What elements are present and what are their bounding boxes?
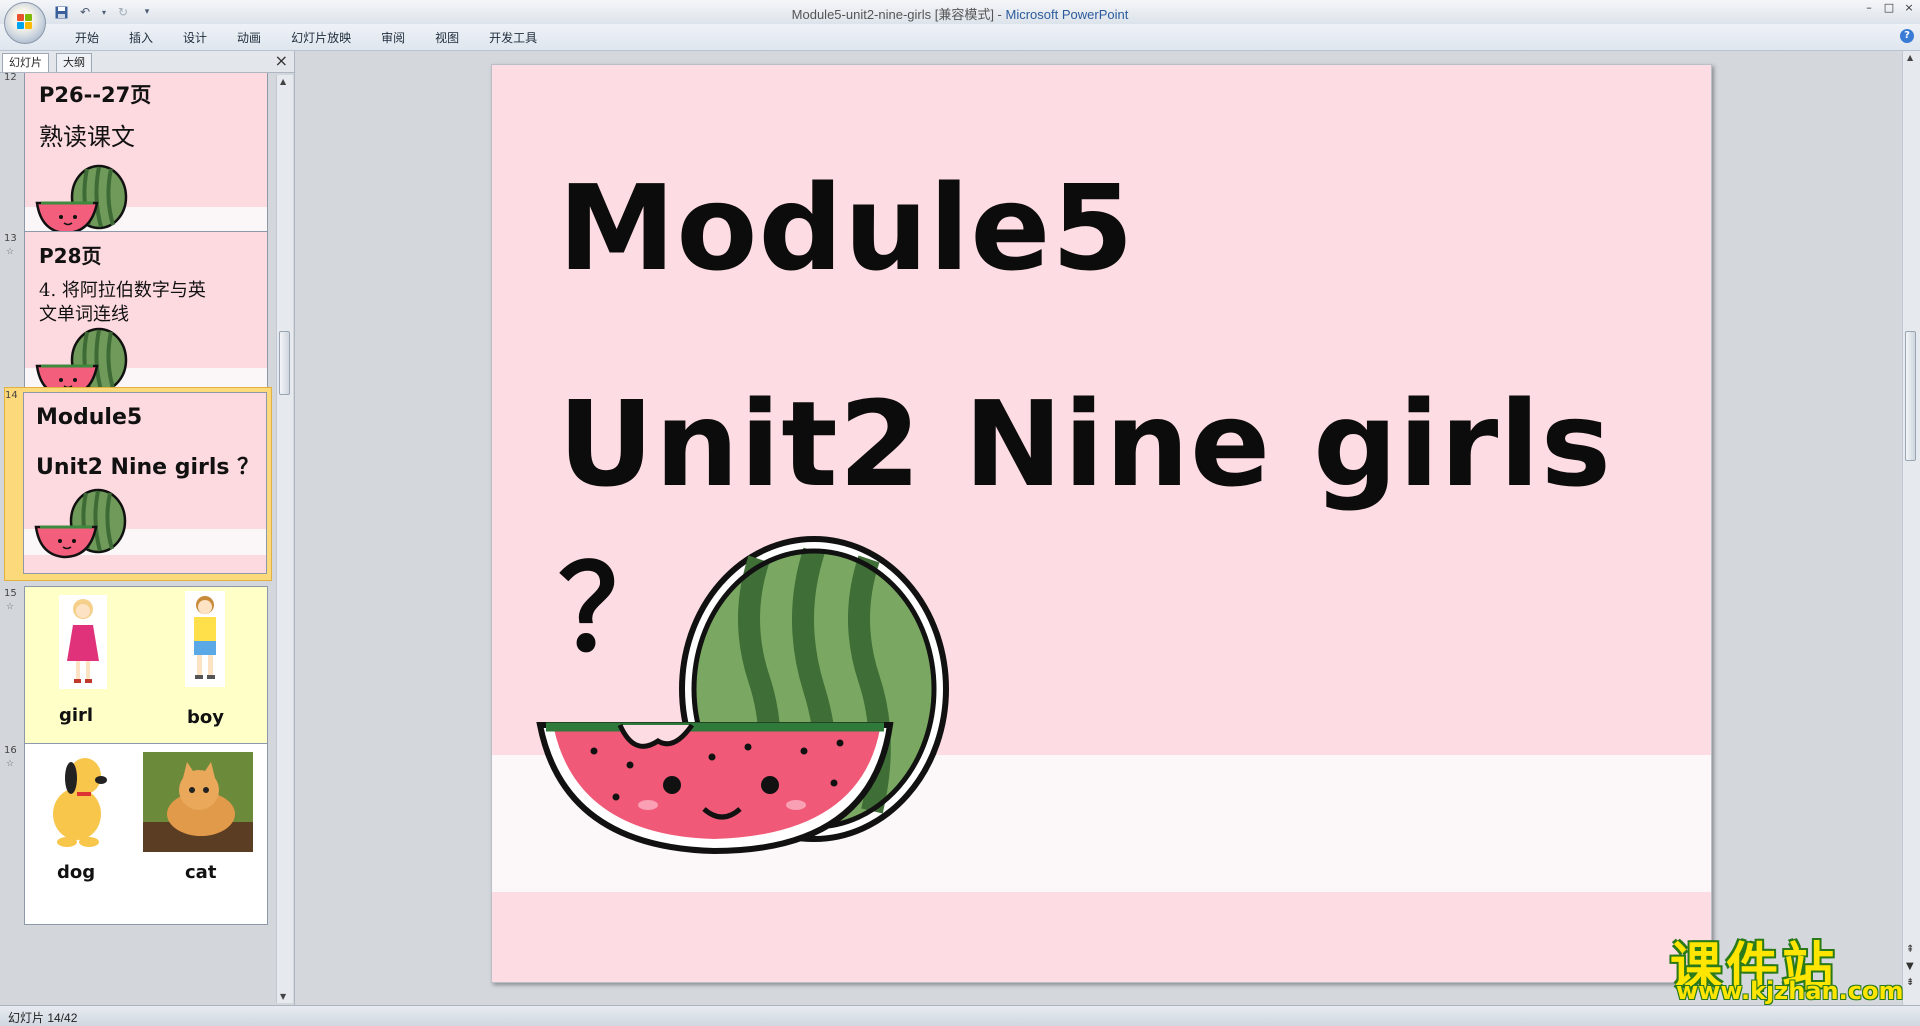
- help-icon[interactable]: ?: [1900, 29, 1914, 43]
- thumb-caption: cat: [185, 862, 217, 883]
- slide-number: 12: [4, 73, 17, 83]
- ribbon-tabs-bar: 开始 插入 设计 动画 幻灯片放映 审阅 视图 开发工具 ?: [0, 24, 1920, 51]
- scrollbar-thumb[interactable]: [1905, 331, 1916, 461]
- window-title: Module5-unit2-nine-girls [兼容模式] - Micros…: [0, 4, 1920, 23]
- next-slide-icon[interactable]: ⇟: [1906, 977, 1914, 988]
- slide-counter: 幻灯片 14/42: [8, 1011, 78, 1025]
- editor-scrollbar[interactable]: ▲ ⇞ ▼ ⇟: [1902, 51, 1920, 1005]
- pane-tabs: 幻灯片 大纲 ×: [0, 51, 294, 73]
- animation-star-icon: ☆: [6, 602, 15, 612]
- document-title: Module5-unit2-nine-girls [兼容模式] -: [791, 7, 1006, 22]
- tab-slides[interactable]: 幻灯片: [2, 53, 49, 72]
- tab-developer[interactable]: 开发工具: [474, 29, 552, 46]
- watermelon-icon: [35, 164, 128, 235]
- slide-title[interactable]: Module5: [558, 159, 1135, 297]
- girl-illustration-icon: [59, 595, 107, 689]
- thumb-body: Unit2 Nine girls ？: [36, 455, 260, 480]
- watermelon-icon: [34, 488, 127, 559]
- tab-view[interactable]: 视图: [420, 29, 474, 46]
- thumb-body-line: 4. 将阿拉伯数字与英: [39, 280, 206, 301]
- slide-editor: Module5 Unit2 Nine girls ？ ▲ ⇞ ▼ ⇟: [295, 51, 1920, 1005]
- status-bar: 幻灯片 14/42: [0, 1005, 1920, 1026]
- pane-close-icon[interactable]: ×: [275, 51, 288, 71]
- tab-slideshow[interactable]: 幻灯片放映: [276, 29, 366, 46]
- slide-number: 13: [4, 233, 17, 244]
- close-button[interactable]: ×: [1902, 1, 1916, 14]
- slides-pane: 幻灯片 大纲 × 12 P26--27页 熟读课文 13 ☆ P28页 4. 将…: [0, 51, 295, 1005]
- slide-preview: Module5 Unit2 Nine girls ？: [23, 392, 267, 574]
- thumb-caption: boy: [187, 707, 224, 728]
- animation-star-icon: ☆: [6, 759, 15, 769]
- animation-star-icon: ☆: [6, 247, 15, 257]
- thumbnail-scrollbar[interactable]: ▲ ▼: [276, 75, 293, 1003]
- slide-thumbnail[interactable]: 16 ☆ dog cat: [0, 743, 274, 933]
- dog-illustration-icon: [53, 758, 107, 847]
- previous-slide-icon[interactable]: ⇞: [1906, 944, 1914, 955]
- scroll-down-icon[interactable]: ▼: [1906, 961, 1914, 972]
- watermelon-illustration: [536, 536, 949, 855]
- tab-outline[interactable]: 大纲: [56, 53, 92, 72]
- office-button[interactable]: [4, 2, 46, 44]
- scrollbar-thumb[interactable]: [279, 331, 290, 395]
- slide-thumbnail-list: 12 P26--27页 熟读课文 13 ☆ P28页 4. 将阿拉伯数字与英 文…: [0, 73, 274, 1005]
- slide-preview: P26--27页 熟读课文: [24, 73, 268, 252]
- thumb-body: 熟读课文: [39, 123, 135, 151]
- slide-preview: P28页 4. 将阿拉伯数字与英 文单词连线: [24, 231, 268, 413]
- thumb-title: P26--27页: [39, 83, 152, 107]
- slide-preview: girl boy: [24, 586, 268, 768]
- window-controls: – □ ×: [1862, 1, 1916, 14]
- slide-number: 16: [4, 745, 17, 756]
- minimize-button[interactable]: –: [1862, 1, 1876, 14]
- slide-number: 14: [5, 390, 18, 401]
- slide-thumbnail-selected[interactable]: 14 Module5 Unit2 Nine girls ？: [4, 387, 272, 581]
- scroll-down-icon[interactable]: ▼: [280, 992, 286, 1001]
- thumb-caption: girl: [59, 705, 94, 726]
- maximize-button[interactable]: □: [1882, 1, 1896, 14]
- watermark-url: www.kjzhan.com: [1676, 977, 1904, 1005]
- tab-review[interactable]: 审阅: [366, 29, 420, 46]
- thumb-title: Module5: [36, 405, 143, 430]
- thumb-caption: dog: [57, 862, 96, 883]
- site-watermark: 课件站 www.kjzhan.com: [1670, 925, 1904, 1005]
- title-bar: ↶ ▾ ↻ ▾ Module5-unit2-nine-girls [兼容模式] …: [0, 0, 1920, 44]
- boy-illustration-icon: [185, 591, 225, 687]
- slide-number: 15: [4, 588, 17, 599]
- slide-preview: dog cat: [24, 743, 268, 925]
- scroll-up-icon[interactable]: ▲: [1907, 53, 1913, 62]
- thumb-title: P28页: [39, 244, 102, 268]
- thumb-body-line: 文单词连线: [39, 304, 129, 325]
- tab-design[interactable]: 设计: [168, 29, 222, 46]
- cat-photo-icon: [143, 752, 253, 852]
- tab-animations[interactable]: 动画: [222, 29, 276, 46]
- tab-home[interactable]: 开始: [60, 29, 114, 46]
- office-logo-icon: [17, 14, 33, 30]
- tab-insert[interactable]: 插入: [114, 29, 168, 46]
- app-name: Microsoft PowerPoint: [1005, 7, 1129, 22]
- current-slide[interactable]: Module5 Unit2 Nine girls ？: [491, 64, 1712, 983]
- scroll-up-icon[interactable]: ▲: [280, 77, 286, 86]
